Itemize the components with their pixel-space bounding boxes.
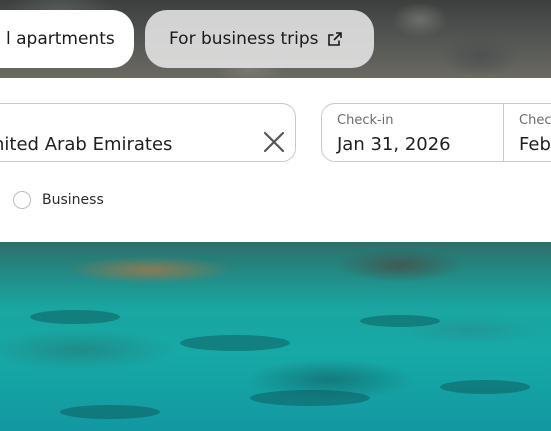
destination-field[interactable]: nited Arab Emirates	[0, 103, 296, 162]
business-radio[interactable]	[13, 191, 31, 209]
tab-apartments-label: l apartments	[6, 29, 115, 49]
external-link-icon	[327, 32, 342, 46]
date-range-field[interactable]: Check-in Jan 31, 2026 Chec Feb	[321, 103, 551, 162]
viewport: l apartments For business trips nited Ar…	[0, 0, 551, 431]
destination-value: nited Arab Emirates	[0, 134, 173, 155]
checkin-value[interactable]: Jan 31, 2026	[337, 134, 451, 155]
date-divider	[503, 104, 504, 161]
tab-business-trips-label: For business trips	[169, 29, 319, 49]
checkin-label: Check-in	[337, 113, 394, 128]
checkout-label: Chec	[519, 113, 551, 128]
trip-type-business-option[interactable]: Business	[13, 191, 104, 209]
checkout-value[interactable]: Feb	[519, 134, 551, 155]
tab-apartments[interactable]: l apartments	[0, 10, 134, 68]
background-water-image	[0, 240, 551, 431]
business-radio-label: Business	[42, 192, 104, 208]
tab-business-trips[interactable]: For business trips	[145, 10, 374, 68]
search-panel: nited Arab Emirates Check-in Jan 31, 202…	[0, 78, 551, 242]
close-icon[interactable]	[263, 131, 285, 153]
